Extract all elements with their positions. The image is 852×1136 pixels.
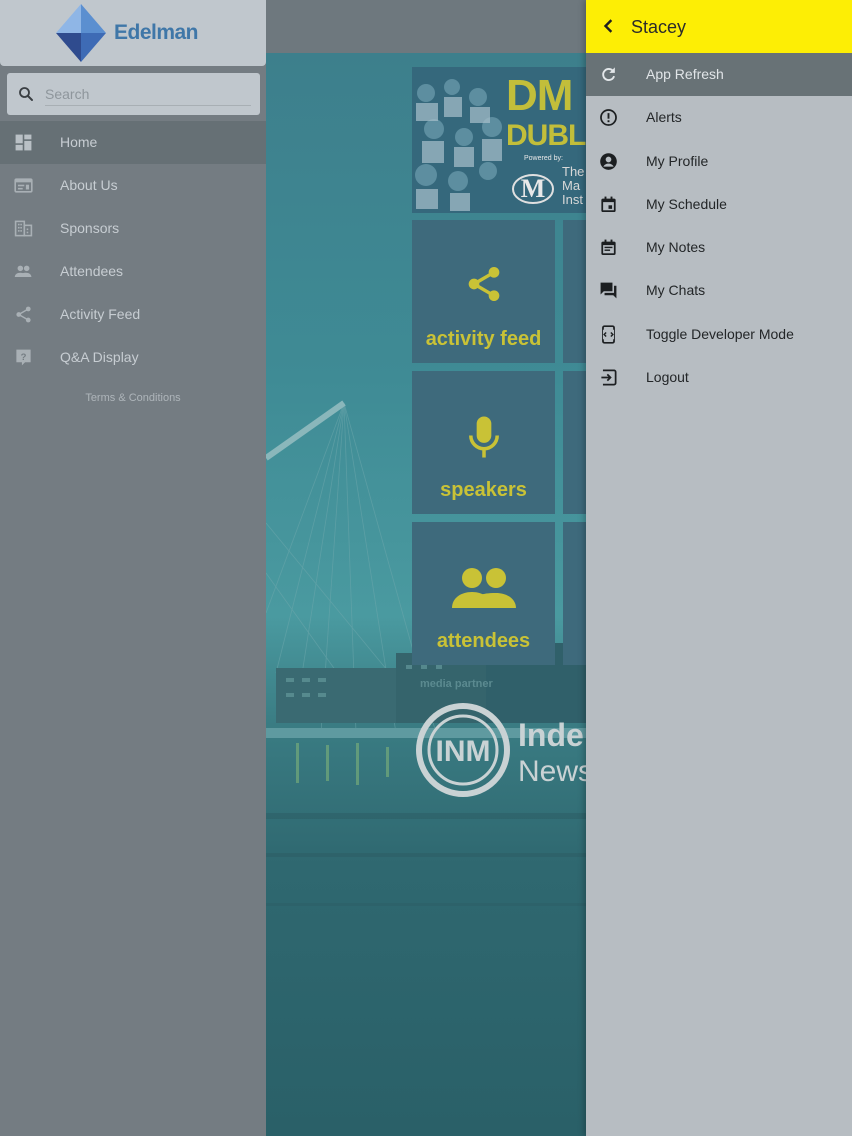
people-icon (14, 265, 32, 278)
question-icon: ? (16, 349, 31, 366)
home-background: DM DUBL Powered by: M The Ma Inst activi… (266, 53, 586, 1136)
terms-and-conditions-link[interactable]: Terms & Conditions (0, 392, 266, 404)
menu-item-my-notes[interactable]: My Notes (586, 226, 852, 269)
menu-item-alerts[interactable]: Alerts (586, 96, 852, 139)
edelman-logo-mark-icon (55, 4, 106, 62)
sidebar-item-label: Attendees (60, 263, 124, 279)
svg-text:M: M (521, 174, 546, 203)
user-menu-header[interactable]: Stacey (586, 0, 852, 53)
marketing-institute-m-logo-icon: M (512, 174, 554, 204)
menu-item-toggle-developer-mode[interactable]: Toggle Developer Mode (586, 313, 852, 356)
menu-item-label: My Profile (646, 152, 709, 169)
edelman-logo-text: Edelman (113, 21, 199, 44)
search-bar[interactable] (7, 73, 260, 115)
user-menu-panel: Stacey App Refresh Alerts My Profile My … (586, 0, 852, 1136)
search-icon (19, 87, 33, 101)
sidebar-item-sponsors[interactable]: Sponsors (0, 207, 266, 250)
account-circle-icon (600, 152, 617, 170)
search-input[interactable] (45, 82, 251, 106)
info-card-icon (14, 178, 33, 193)
menu-item-label: Toggle Developer Mode (646, 325, 794, 342)
tile-edge (563, 371, 586, 514)
svg-text:?: ? (21, 352, 27, 363)
tile-label: speakers (440, 479, 527, 501)
partner-name-line1: Inde (518, 717, 584, 753)
menu-item-my-schedule[interactable]: My Schedule (586, 183, 852, 226)
banner-org-name: The Ma Inst (562, 164, 585, 207)
tile-edge (563, 522, 586, 665)
menu-item-label: My Chats (646, 282, 706, 299)
main-top-bar (266, 0, 586, 53)
sidebar-item-attendees[interactable]: Attendees (0, 250, 266, 293)
app-screen: Edelman Home (0, 0, 852, 1136)
menu-item-label: Logout (646, 369, 689, 386)
menu-item-label: App Refresh (646, 66, 724, 82)
alert-icon (600, 109, 617, 127)
user-name: Stacey (631, 17, 687, 37)
sidebar-nav: Home About Us Sponsors Attendees Activit… (0, 121, 266, 379)
tile-activity-feed[interactable]: activity feed (412, 220, 555, 363)
partner-name-line2: News (518, 755, 586, 788)
menu-item-my-profile[interactable]: My Profile (586, 140, 852, 183)
tile-attendees[interactable]: attendees (412, 522, 555, 665)
logout-icon (601, 369, 617, 386)
left-sidebar: Edelman Home (0, 0, 266, 1136)
people-icon (451, 568, 516, 608)
edelman-logo[interactable]: Edelman (0, 0, 266, 66)
menu-item-label: Alerts (646, 109, 682, 126)
banner-subtitle: DUBL (506, 119, 586, 152)
sidebar-item-label: Activity Feed (60, 306, 141, 322)
media-partner-label: media partner (420, 678, 493, 690)
user-menu-list: App Refresh Alerts My Profile My Schedul… (586, 53, 852, 399)
sidebar-item-label: Q&A Display (60, 349, 139, 365)
developer-mode-icon (602, 325, 615, 344)
sidebar-item-about-us[interactable]: About Us (0, 164, 266, 207)
share-icon (16, 306, 31, 323)
share-icon (468, 267, 499, 301)
tile-label: activity feed (425, 328, 542, 350)
sidebar-item-activity-feed[interactable]: Activity Feed (0, 293, 266, 336)
tile-speakers[interactable]: speakers (412, 371, 555, 514)
sidebar-item-label: Home (60, 134, 98, 150)
banner-title: DM (506, 71, 573, 120)
notes-icon (601, 239, 616, 256)
dashboard-icon (15, 134, 32, 151)
microphone-icon (468, 416, 499, 458)
menu-item-label: My Schedule (646, 195, 727, 212)
sidebar-item-label: About Us (60, 177, 118, 193)
menu-item-logout[interactable]: Logout (586, 356, 852, 399)
menu-item-label: My Notes (646, 239, 706, 256)
chat-icon (600, 283, 617, 299)
sidebar-item-label: Sponsors (60, 220, 120, 236)
tile-label: attendees (436, 630, 531, 652)
refresh-icon (602, 67, 615, 82)
tile-edge (563, 220, 586, 363)
menu-item-app-refresh[interactable]: App Refresh (586, 53, 852, 97)
inm-logo-text: INM (436, 735, 491, 768)
chevron-left-icon[interactable] (600, 18, 616, 34)
inm-logo-icon[interactable]: INM (416, 703, 510, 797)
banner-powered-by: Powered by: (524, 155, 563, 162)
building-icon (14, 220, 33, 237)
event-banner[interactable]: DM DUBL Powered by: M The Ma Inst (412, 67, 586, 213)
sidebar-item-qa-display[interactable]: ? Q&A Display (0, 336, 266, 379)
menu-item-my-chats[interactable]: My Chats (586, 269, 852, 312)
sidebar-item-home[interactable]: Home (0, 121, 266, 164)
calendar-icon (601, 196, 616, 212)
